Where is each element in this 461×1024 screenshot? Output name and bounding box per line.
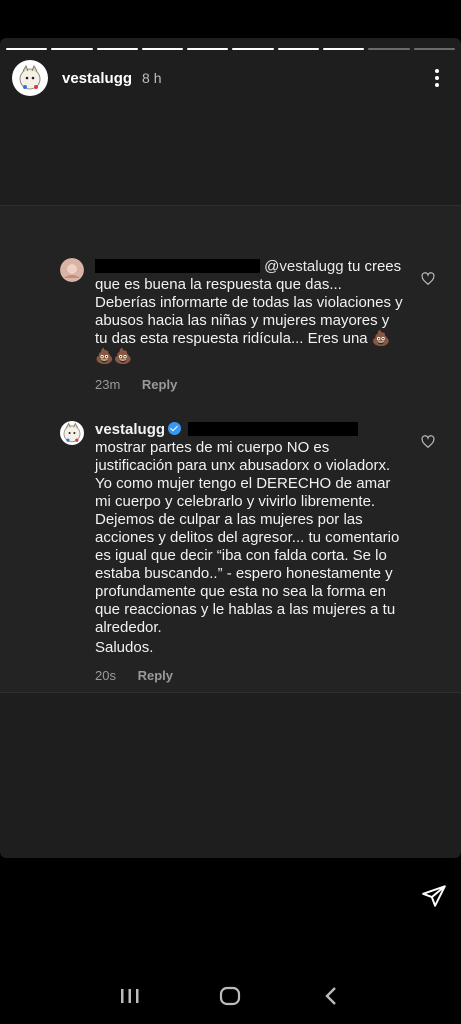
commenter-avatar[interactable] (60, 421, 84, 445)
reply-button[interactable]: Reply (142, 377, 177, 392)
redacted-username (95, 259, 260, 273)
home-icon[interactable] (210, 981, 250, 1011)
comment-signoff: Saludos. (95, 639, 154, 656)
progress-segment (413, 48, 455, 50)
recents-icon[interactable] (110, 981, 150, 1011)
comment-body: tu crees que es buena la respuesta que d… (95, 258, 403, 365)
comment-text: @vestalugg tu crees que es buena la resp… (95, 258, 405, 394)
progress-segment (323, 48, 365, 50)
progress-segment (6, 48, 48, 50)
progress-segment (368, 48, 410, 50)
comment-meta: 20s Reply (95, 667, 405, 685)
commenter-avatar[interactable] (60, 258, 84, 282)
comment-meta: 23m Reply (95, 376, 405, 394)
cartoon-avatar-icon (19, 64, 41, 90)
comment-username[interactable]: vestalugg (95, 421, 165, 438)
story-username[interactable]: vestalugg (62, 70, 132, 87)
heart-outline-icon[interactable] (421, 272, 435, 286)
more-vertical-icon[interactable] (425, 66, 449, 90)
system-nav-bar (0, 968, 461, 1024)
progress-segment (51, 48, 93, 50)
progress-segment (187, 48, 229, 50)
story-header: vestalugg 8 h (12, 60, 449, 96)
story-progress-bar (6, 48, 455, 50)
story-time: 8 h (142, 70, 162, 86)
progress-segment (277, 48, 320, 50)
story-avatar[interactable] (12, 60, 48, 96)
progress-segment (232, 48, 274, 50)
progress-segment (96, 48, 138, 50)
back-icon[interactable] (311, 981, 351, 1011)
comment-card: @vestalugg tu crees que es buena la resp… (0, 205, 461, 693)
comment-time: 20s (95, 668, 116, 683)
heart-outline-icon[interactable] (421, 435, 435, 449)
reply-button[interactable]: Reply (138, 668, 173, 683)
paper-plane-icon[interactable] (421, 883, 447, 909)
redacted-mention (188, 422, 359, 436)
mention-link[interactable]: @vestalugg (264, 258, 343, 275)
story-card: vestalugg 8 h @vestalugg tu crees que es… (0, 38, 461, 858)
comment-text: vestalugg mostrar partes de mi cuerpo NO… (95, 421, 405, 685)
comment-time: 23m (95, 377, 121, 392)
comment-body: mostrar partes de mi cuerpo NO es justif… (95, 439, 400, 636)
progress-segment (141, 48, 184, 50)
verified-badge-icon (168, 422, 182, 435)
